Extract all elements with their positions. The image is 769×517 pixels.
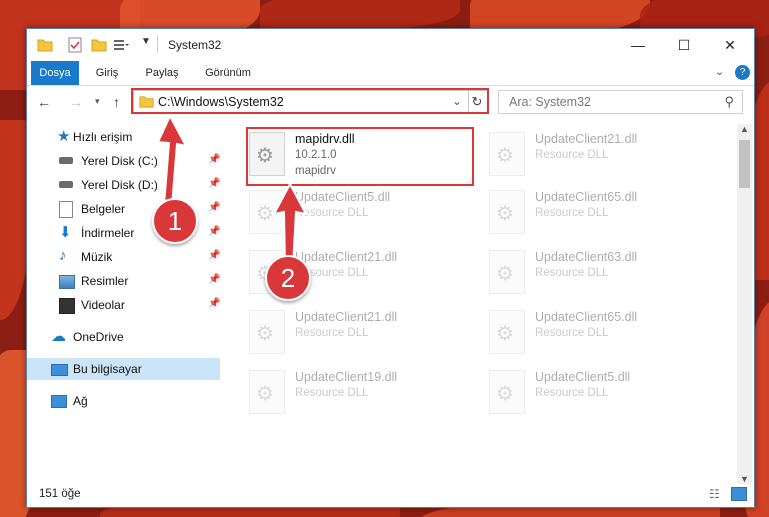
status-bar: 151 öğe ☷ (27, 484, 754, 506)
pin-icon[interactable]: 📌 (208, 250, 220, 261)
sidebar-item-this-pc[interactable]: Bu bilgisayar (27, 358, 220, 380)
file-item[interactable]: UpdateClient65.dll Resource DLL (485, 184, 715, 238)
sidebar-item-label: Ağ (73, 394, 88, 408)
search-icon[interactable]: ⚲ (724, 94, 734, 110)
cloud-icon: ☁ (51, 328, 66, 345)
tab-home[interactable]: Giriş (85, 61, 129, 85)
properties-icon[interactable] (67, 37, 83, 53)
drive-icon (59, 181, 73, 188)
file-description: Resource DLL (295, 327, 369, 339)
sidebar-item-label: Belgeler (81, 202, 126, 216)
tab-share[interactable]: Paylaş (139, 61, 185, 85)
sidebar-item-label: Videolar (81, 298, 125, 312)
dll-file-icon (249, 310, 285, 354)
file-name: UpdateClient65.dll (535, 310, 638, 324)
file-description: Resource DLL (535, 207, 609, 219)
file-description: Resource DLL (535, 149, 609, 161)
sidebar-item-network[interactable]: Ağ (27, 390, 220, 412)
computer-icon (51, 364, 68, 376)
dll-file-icon (489, 190, 525, 234)
pictures-icon (59, 275, 75, 289)
help-icon[interactable]: ? (735, 65, 750, 80)
pin-icon[interactable]: 📌 (208, 274, 220, 285)
file-name: UpdateClient65.dll (535, 190, 638, 204)
file-item[interactable]: UpdateClient21.dll Resource DLL (245, 304, 475, 358)
back-arrow-icon[interactable]: ← (37, 94, 51, 110)
file-description: Resource DLL (535, 327, 609, 339)
file-name: UpdateClient5.dll (535, 370, 631, 384)
sidebar-item-label: Resimler (81, 274, 129, 288)
details-view-icon[interactable]: ☷ (709, 487, 720, 501)
navigation-bar: ← → ▾ ↑ C:\Windows\System32 ⌄ ↻ Ara: Sys… (27, 86, 754, 120)
download-icon: ⬇ (59, 224, 72, 241)
dll-file-icon (489, 370, 525, 414)
sidebar-item-label: İndirmeler (81, 226, 135, 240)
pin-icon[interactable]: 📌 (208, 298, 220, 309)
new-folder-icon[interactable] (91, 37, 107, 53)
title-divider (157, 35, 158, 53)
large-icons-view-icon[interactable] (731, 487, 747, 501)
window-title: System32 (168, 38, 222, 52)
file-description: Resource DLL (535, 387, 609, 399)
up-arrow-icon[interactable]: ↑ (113, 94, 120, 110)
sidebar-item-onedrive[interactable]: ☁ OneDrive (27, 326, 220, 348)
forward-arrow-icon[interactable]: → (69, 94, 83, 110)
star-icon: ★ (57, 128, 71, 145)
title-bar: ▼ System32 — ☐ ✕ (27, 29, 754, 61)
music-icon: ♪ (59, 247, 67, 264)
search-placeholder: Ara: System32 (509, 95, 591, 109)
dll-file-icon (489, 132, 525, 176)
search-input[interactable]: Ara: System32 ⚲ (498, 90, 743, 114)
folder-icon (37, 39, 53, 52)
vertical-scrollbar[interactable]: ▲ ▼ (737, 124, 752, 484)
file-description: Resource DLL (535, 267, 609, 279)
step2-badge: 2 (265, 255, 311, 301)
documents-icon (59, 201, 73, 218)
sidebar-item-label: OneDrive (73, 330, 124, 344)
sidebar-item-label: Müzik (81, 250, 113, 264)
file-description: Resource DLL (295, 387, 369, 399)
dll-file-icon (489, 310, 525, 354)
customize-toolbar-icon[interactable] (113, 37, 129, 53)
step1-badge: 1 (152, 198, 198, 244)
highlight-file-box (246, 127, 474, 186)
sidebar-item-label: Yerel Disk (C:) (81, 154, 158, 168)
minimize-button[interactable]: — (615, 29, 661, 61)
video-icon (59, 298, 75, 314)
scroll-down-icon[interactable]: ▼ (740, 474, 749, 484)
chevron-down-icon[interactable]: ▼ (141, 36, 151, 47)
expand-ribbon-icon[interactable]: ⌄ (715, 65, 724, 78)
file-name: UpdateClient19.dll (295, 370, 398, 384)
pin-icon[interactable]: 📌 (208, 226, 220, 237)
maximize-button[interactable]: ☐ (661, 29, 707, 61)
file-item[interactable]: UpdateClient65.dll Resource DLL (485, 304, 715, 358)
explorer-window: ▼ System32 — ☐ ✕ Dosya Giriş Paylaş Görü… (26, 28, 755, 508)
scroll-up-icon[interactable]: ▲ (740, 124, 749, 134)
sidebar-item-music[interactable]: ♪ Müzik 📌 (27, 246, 220, 268)
close-button[interactable]: ✕ (707, 29, 753, 61)
file-name: UpdateClient21.dll (535, 132, 638, 146)
tab-file[interactable]: Dosya (31, 61, 79, 85)
sidebar-item-label: Bu bilgisayar (73, 362, 142, 376)
drive-icon (59, 157, 73, 164)
file-name: UpdateClient21.dll (295, 310, 398, 324)
dll-file-icon (489, 250, 525, 294)
file-item[interactable]: UpdateClient19.dll Resource DLL (245, 364, 475, 418)
file-name: UpdateClient63.dll (535, 250, 638, 264)
network-icon (51, 395, 67, 408)
file-item[interactable]: UpdateClient63.dll Resource DLL (485, 244, 715, 298)
scrollbar-thumb[interactable] (739, 140, 750, 188)
tab-view[interactable]: Görünüm (197, 61, 259, 85)
sidebar-item-label: Yerel Disk (D:) (81, 178, 158, 192)
file-item[interactable]: UpdateClient21.dll Resource DLL (485, 126, 715, 180)
ribbon-tabs: Dosya Giriş Paylaş Görünüm ⌄ ? (27, 61, 754, 86)
sidebar-item-videos[interactable]: Videolar 📌 (27, 294, 220, 316)
item-count: 151 öğe (39, 488, 81, 500)
recent-locations-icon[interactable]: ▾ (95, 96, 100, 107)
dll-file-icon (249, 370, 285, 414)
sidebar-item-pictures[interactable]: Resimler 📌 (27, 270, 220, 292)
sidebar-item-label: Hızlı erişim (73, 130, 133, 144)
file-item[interactable]: UpdateClient5.dll Resource DLL (485, 364, 715, 418)
